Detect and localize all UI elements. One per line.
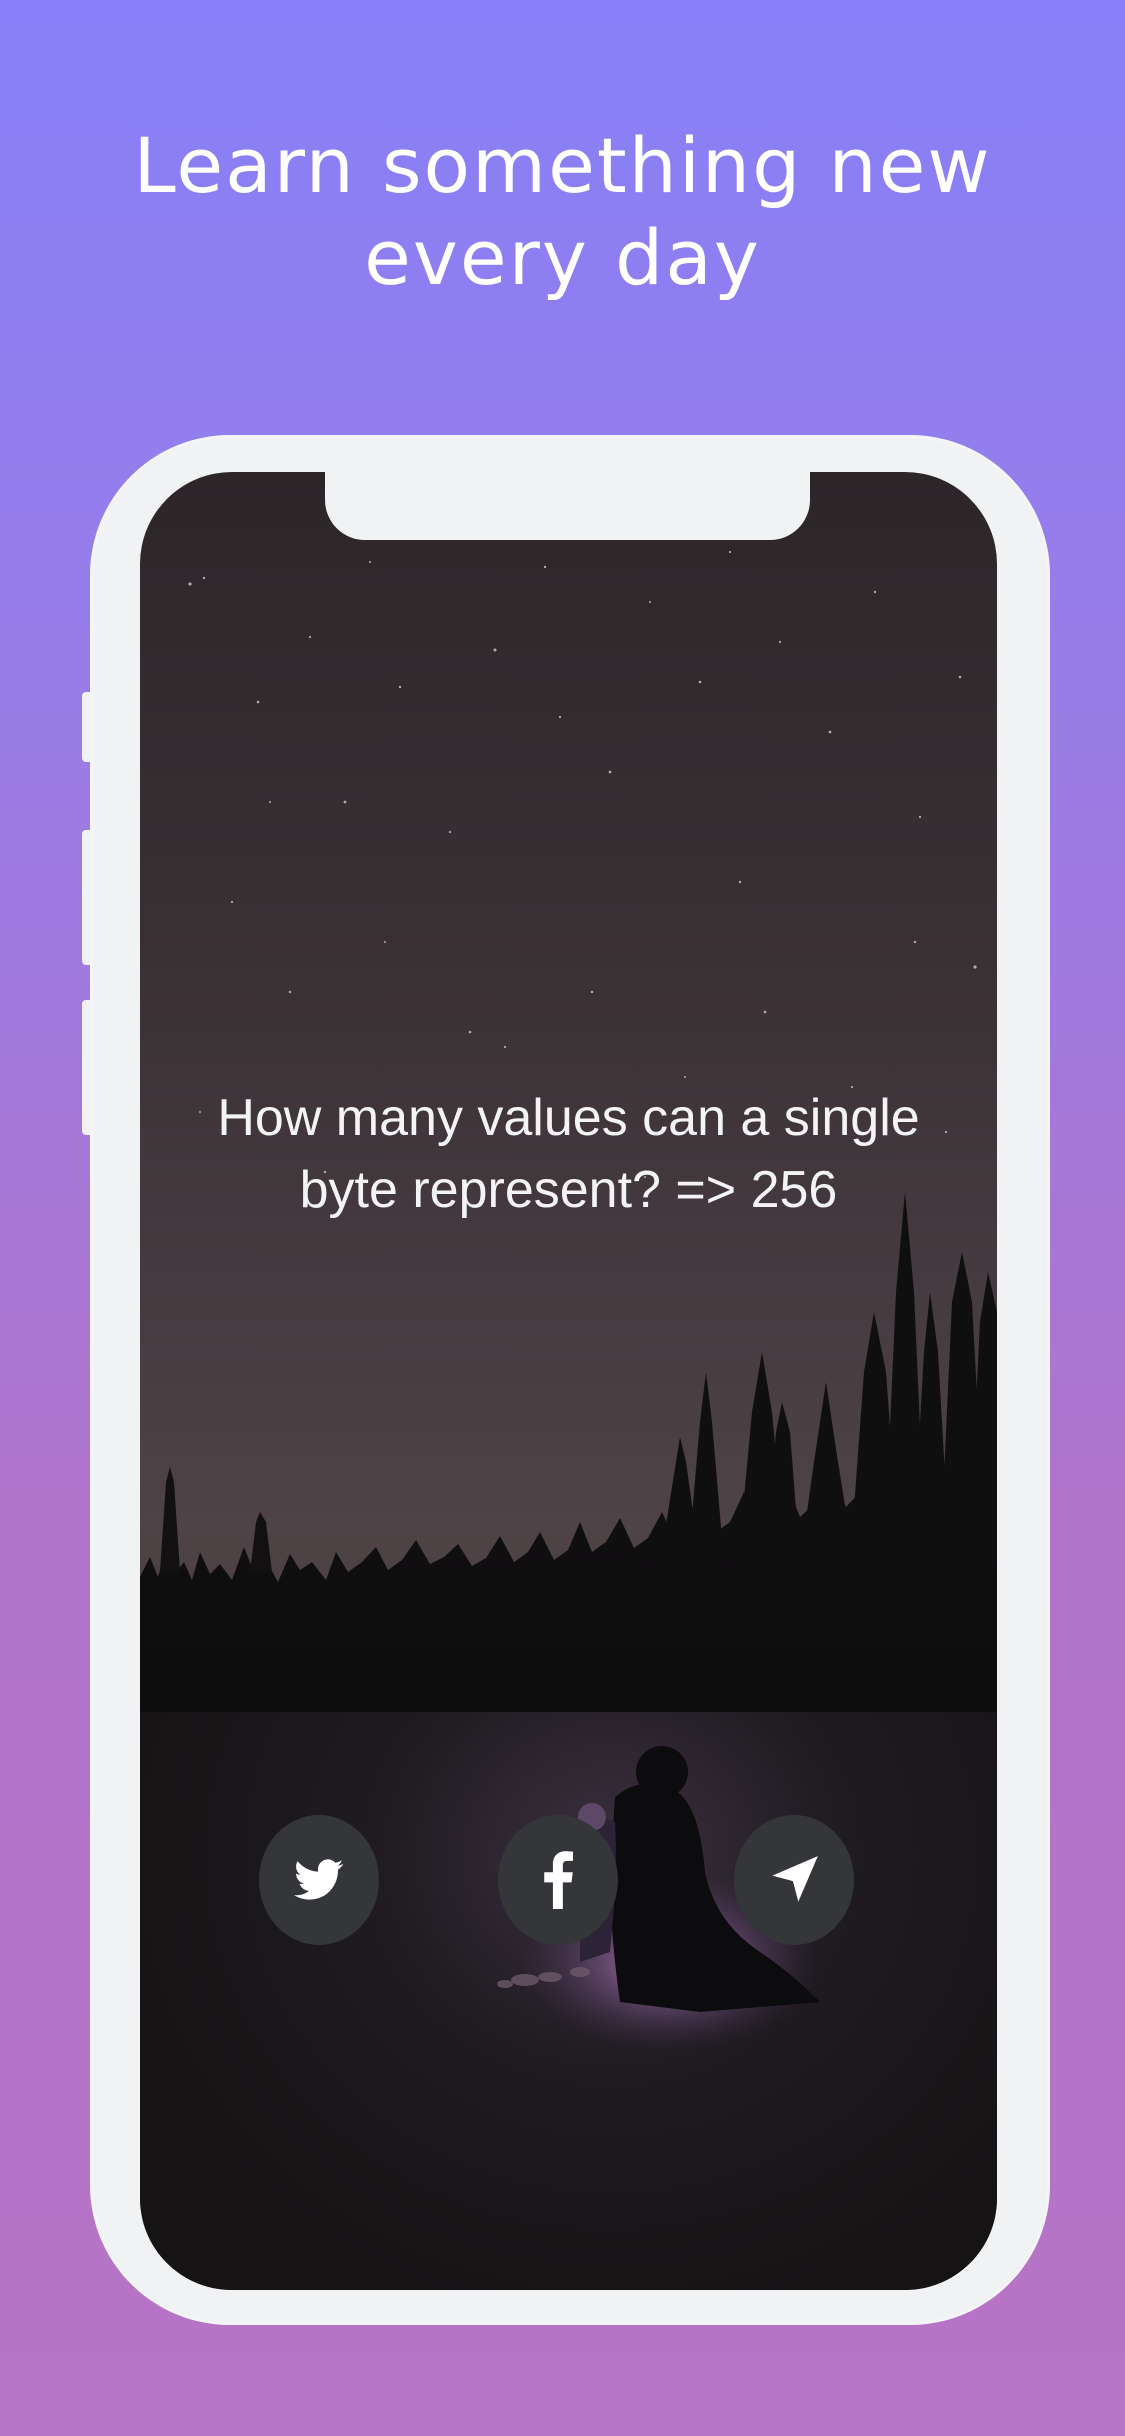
marketing-headline: Learn something new every day	[0, 120, 1125, 304]
send-share-button[interactable]	[734, 1815, 854, 1945]
facebook-share-button[interactable]	[498, 1815, 618, 1945]
campfire-person-illustration	[497, 1746, 820, 2052]
twitter-icon	[294, 1859, 344, 1900]
fact-question-text: How many values can a single byte repres…	[217, 1089, 920, 1219]
headline-line-2: every day	[364, 213, 761, 302]
twitter-share-button[interactable]	[259, 1815, 379, 1945]
phone-screen	[140, 472, 997, 2290]
send-arrow-icon	[772, 1856, 818, 1902]
headline-line-1: Learn something new	[133, 121, 992, 210]
phone-notch	[325, 472, 810, 540]
facebook-icon	[544, 1851, 573, 1909]
